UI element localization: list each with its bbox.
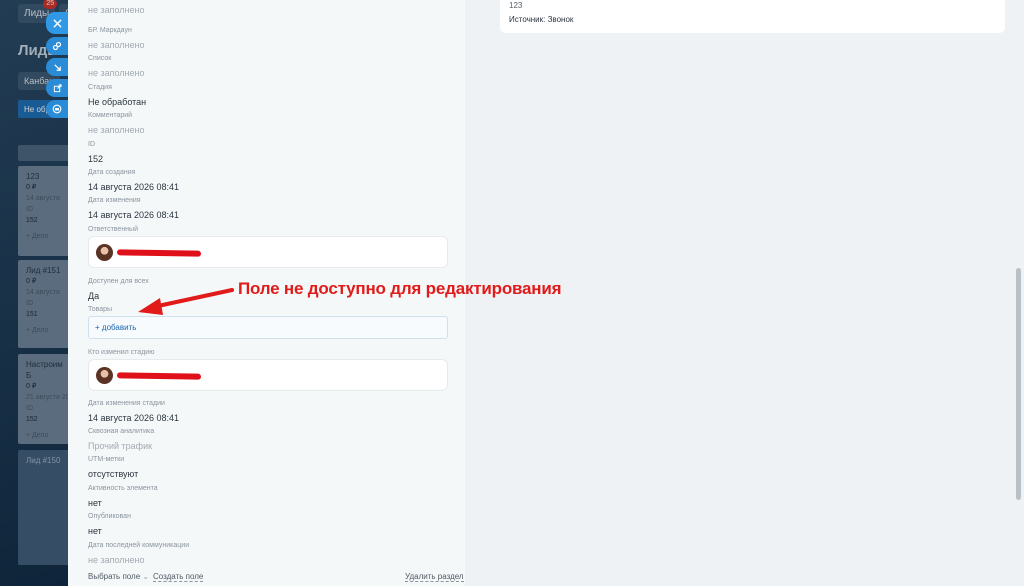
scrollbar[interactable] [1016,268,1021,500]
field-label: Доступен для всех [88,278,149,285]
field-value: не заполнено [88,40,145,50]
select-field-button[interactable]: Выбрать поле ⌄ [88,572,149,581]
field-published: Опубликован нет [88,512,131,537]
field-label: Дата изменения стадии [88,400,165,407]
field-stage[interactable]: Стадия Не обработан [88,83,146,108]
field-element-activity: Активность элемента нет [88,484,158,509]
close-icon[interactable] [46,12,68,34]
field-label: БР. Маркдаун [88,27,132,34]
field-value: нет [88,526,102,536]
activity-card-title: 123 [509,1,523,10]
field-label: Комментарий [88,112,133,119]
delete-section-link[interactable]: Удалить раздел [405,572,464,582]
field-value: Прочий трафик [88,441,153,451]
field-markdown[interactable]: БР. Маркдаун не заполнено [88,26,145,51]
field-value: не заполнено [88,125,145,135]
select-field-label: Выбрать поле [88,572,141,581]
field-value: Да [88,291,100,301]
field-value: не заполнено [88,5,145,15]
field-available-for-all[interactable]: Доступен для всех Да [88,277,149,302]
field-label: UTM-метки [88,456,125,463]
print-icon[interactable] [46,100,68,118]
field-label: Дата последней коммуникации [88,542,190,549]
field-value: 14 августа 2026 08:41 [88,413,180,423]
field-value: Не обработан [88,97,147,107]
link-icon[interactable] [46,37,68,55]
add-product-link[interactable]: + добавить [95,323,136,332]
activity-card: 123 Источник: Звонок [500,0,1005,33]
field-top: не заполнено [88,4,145,16]
field-products-label: Товары [88,305,112,314]
field-label: Сквозная аналитика [88,428,155,435]
field-list[interactable]: Список не заполнено [88,54,145,79]
avatar [96,244,113,261]
field-value: 152 [88,154,104,164]
field-comment[interactable]: Комментарий не заполнено [88,111,145,136]
products-field[interactable]: + добавить [88,316,448,339]
field-analytics: Сквозная аналитика Прочий трафик [88,427,154,452]
field-label: ID [88,141,95,148]
field-label: Список [88,55,112,62]
redaction-mark [116,249,202,257]
field-utm: UTM-метки отсутствуют [88,455,138,480]
field-label: Дата изменения [88,197,141,204]
field-label: Опубликован [88,513,131,520]
field-label: Кто изменил стадию [88,349,155,356]
field-last-communication: Дата последней коммуникации не заполнено [88,541,189,566]
field-label: Стадия [88,84,112,91]
avatar [96,367,113,384]
field-value: не заполнено [88,555,145,565]
activity-card-source: Источник: Звонок [509,15,574,24]
slider-toolbar [46,12,68,121]
field-stage-change-date: Дата изменения стадии 14 августа 2026 08… [88,399,179,424]
chevron-down-icon: ⌄ [142,572,150,581]
field-value: отсутствуют [88,469,139,479]
arrow-icon[interactable] [46,58,68,76]
field-label: Ответственный [88,226,138,233]
field-value: 14 августа 2026 08:41 [88,210,180,220]
field-id: ID 152 [88,140,103,165]
external-link-icon[interactable] [46,79,68,97]
stage-changed-by-user[interactable] [88,359,448,391]
field-value: не заполнено [88,68,145,78]
responsible-user[interactable] [88,236,448,268]
create-field-link[interactable]: Создать поле [153,572,204,582]
field-created-date: Дата создания 14 августа 2026 08:41 [88,168,179,193]
field-label: Активность элемента [88,485,158,492]
field-value: 14 августа 2026 08:41 [88,182,180,192]
field-responsible-label: Ответственный [88,225,138,234]
field-label: Дата создания [88,169,136,176]
field-modified-date: Дата изменения 14 августа 2026 08:41 [88,196,179,221]
field-value: нет [88,498,102,508]
field-stage-changed-by-label: Кто изменил стадию [88,348,154,357]
annotation-text: Поле не доступно для редактирования [238,279,562,298]
redaction-mark [116,372,202,380]
field-label: Товары [88,306,113,313]
